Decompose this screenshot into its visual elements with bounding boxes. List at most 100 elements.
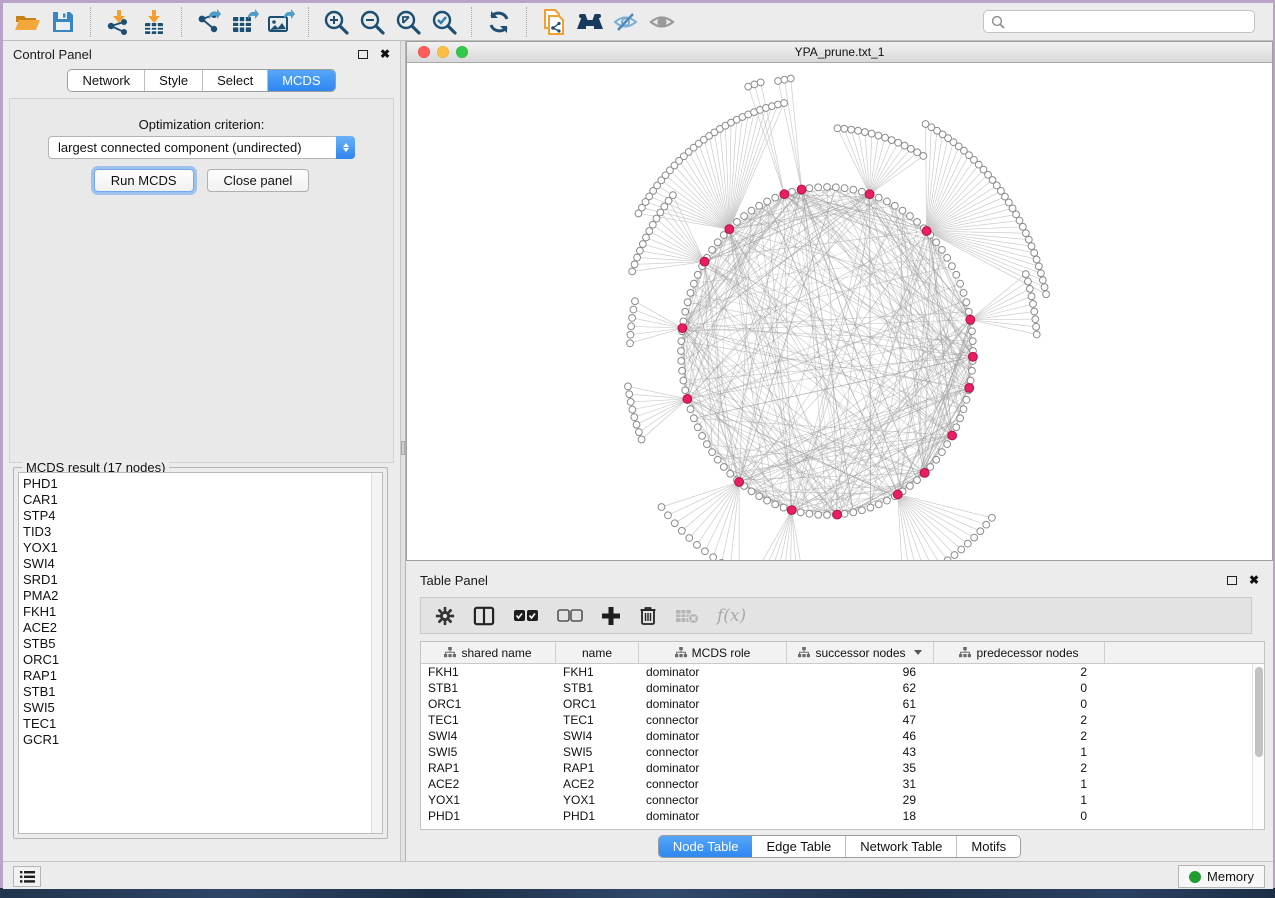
network-node[interactable] [983,521,990,528]
network-node[interactable] [815,184,822,191]
network-node[interactable] [834,125,841,132]
zoom-selected-button[interactable] [426,6,462,38]
network-node[interactable] [682,387,689,394]
tab-motifs[interactable]: Motifs [957,836,1020,857]
network-node[interactable] [1026,285,1033,292]
tab-node-table[interactable]: Node Table [659,836,753,857]
network-node[interactable] [694,271,701,278]
task-history-button[interactable] [13,866,41,887]
network-node[interactable] [1019,223,1026,230]
network-node[interactable] [914,477,921,484]
close-panel-button[interactable]: Close panel [207,169,310,192]
network-hub-node[interactable] [735,478,744,487]
memory-button[interactable]: Memory [1178,865,1265,888]
network-node[interactable] [891,202,898,209]
network-node[interactable] [969,328,976,335]
column-header-predecessor-nodes[interactable]: predecessor nodes [934,642,1105,663]
network-node[interactable] [718,559,725,560]
network-node[interactable] [850,186,857,193]
network-node[interactable] [1043,291,1050,298]
network-node[interactable] [1031,249,1038,256]
mcds-result-item[interactable]: ORC1 [23,652,371,668]
network-node[interactable] [631,261,638,268]
mcds-result-item[interactable]: CAR1 [23,492,371,508]
network-node[interactable] [971,534,978,541]
network-hub-node[interactable] [787,506,796,515]
tab-style[interactable]: Style [145,70,203,91]
network-node[interactable] [848,126,855,133]
network-node[interactable] [781,76,788,83]
zoom-fit-button[interactable] [390,6,426,38]
table-row[interactable]: PHD1PHD1dominator180 [421,808,1252,824]
network-node[interactable] [780,504,787,511]
network-node[interactable] [764,198,771,205]
table-row[interactable]: ACE2ACE2connector311 [421,776,1252,792]
network-node[interactable] [756,493,763,500]
network-node[interactable] [631,414,638,421]
mcds-result-item[interactable]: TID3 [23,524,371,540]
network-node[interactable] [944,254,951,261]
table-settings-button[interactable] [435,606,455,626]
mcds-result-item[interactable]: SWI5 [23,700,371,716]
network-node[interactable] [670,192,677,199]
network-node[interactable] [627,399,634,406]
column-header-successor-nodes[interactable]: successor nodes [787,642,934,663]
network-node[interactable] [867,504,874,511]
import-network-button[interactable] [100,6,136,38]
network-node[interactable] [1016,217,1023,224]
mcds-result-scrollbar[interactable] [371,473,382,833]
network-node[interactable] [951,552,958,559]
network-node[interactable] [1038,270,1045,277]
network-node[interactable] [1030,301,1037,308]
open-session-button[interactable] [9,6,45,38]
mcds-result-item[interactable]: STB1 [23,684,371,700]
network-node[interactable] [757,79,764,86]
network-node[interactable] [699,432,706,439]
network-node[interactable] [1025,278,1032,285]
network-node[interactable] [734,219,741,226]
network-node[interactable] [649,221,656,228]
network-node[interactable] [658,504,665,511]
network-node[interactable] [629,314,636,321]
network-node[interactable] [643,234,650,241]
network-node[interactable] [965,308,972,315]
network-node[interactable] [832,184,839,191]
network-node[interactable] [824,512,831,519]
mcds-result-item[interactable]: STB5 [23,636,371,652]
mcds-result-item[interactable]: FKH1 [23,604,371,620]
table-row[interactable]: SWI4SWI4dominator462 [421,728,1252,744]
show-all-button[interactable] [644,6,680,38]
export-table-button[interactable] [227,6,263,38]
delete-table-button[interactable] [675,608,699,624]
network-node[interactable] [714,239,721,246]
mcds-result-item[interactable]: YOX1 [23,540,371,556]
new-network-from-selection-button[interactable] [536,6,572,38]
mcds-result-item[interactable]: PMA2 [23,588,371,604]
float-table-panel-icon[interactable] [1227,576,1237,585]
network-node[interactable] [841,125,848,132]
network-node[interactable] [944,557,951,560]
network-node[interactable] [690,415,697,422]
network-hub-node[interactable] [948,431,957,440]
network-node[interactable] [636,429,643,436]
tab-mcds[interactable]: MCDS [268,70,334,91]
network-node[interactable] [868,130,875,137]
mcds-result-list[interactable]: PHD1CAR1STP4TID3YOX1SWI4SRD1PMA2FKH1ACE2… [18,472,383,834]
network-node[interactable] [960,289,967,296]
network-node[interactable] [639,241,646,248]
network-node[interactable] [687,289,694,296]
network-hub-node[interactable] [969,352,978,361]
close-table-panel-icon[interactable]: ✖ [1249,574,1259,586]
network-node[interactable] [653,215,660,222]
network-node[interactable] [680,377,687,384]
network-node[interactable] [957,415,964,422]
network-node[interactable] [964,540,971,547]
apply-layout-button[interactable] [481,6,517,38]
network-node[interactable] [764,497,771,504]
first-neighbors-button[interactable] [572,6,608,38]
network-node[interactable] [920,153,927,160]
network-node[interactable] [690,280,697,287]
network-node[interactable] [1033,323,1040,330]
network-node[interactable] [627,331,634,338]
show-column-button[interactable] [473,606,495,626]
